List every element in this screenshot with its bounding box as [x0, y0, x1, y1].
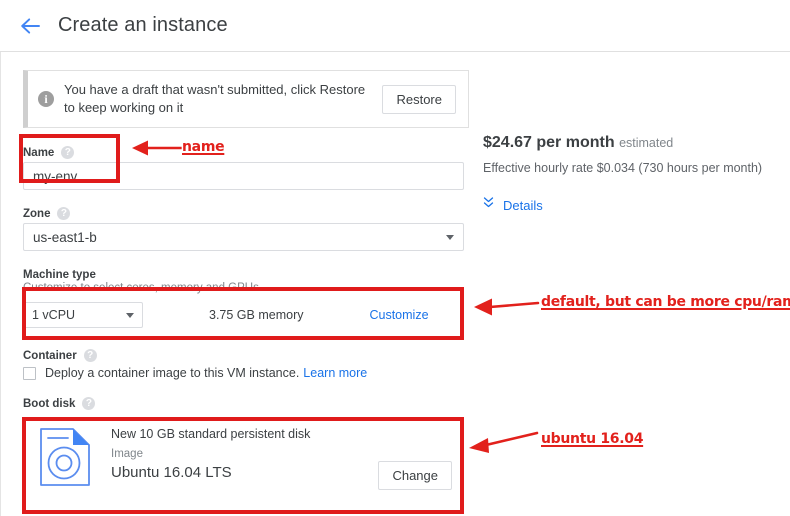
help-circle-icon[interactable]: ?: [83, 349, 97, 362]
container-label-row: Container ?: [23, 349, 471, 362]
page-title: Create an instance: [58, 14, 228, 36]
name-label: Name: [23, 146, 55, 159]
arrow-left-icon: [20, 17, 42, 35]
machine-type-description: Customize to select cores, memory and GP…: [23, 282, 263, 294]
price-amount: $24.67 per month: [483, 134, 615, 151]
boot-disk-label-row: Boot disk ?: [23, 397, 471, 410]
chevron-down-icon: [446, 234, 454, 240]
boot-disk-card: New 10 GB standard persistent disk Image…: [23, 413, 464, 504]
help-circle-icon[interactable]: ?: [61, 146, 75, 159]
zone-label-row: Zone ?: [23, 207, 471, 220]
details-link: Details: [503, 197, 543, 213]
price-estimated-label: estimated: [619, 136, 674, 150]
memory-text: 3.75 GB memory: [209, 308, 304, 322]
vcpu-select-value: 1 vCPU: [32, 308, 76, 322]
expand-more-double-icon: [483, 196, 494, 214]
price-summary-row: $24.67 per month estimated: [483, 134, 790, 152]
deploy-container-checkbox[interactable]: [23, 366, 36, 380]
app-header: Create an instance: [0, 0, 790, 52]
restore-button[interactable]: Restore: [382, 84, 456, 114]
boot-disk-subtitle: Image: [111, 448, 143, 460]
boot-disk-title: New 10 GB standard persistent disk: [111, 427, 311, 441]
draft-banner: i You have a draft that wasn't submitted…: [23, 70, 469, 128]
annotation-text-machine-type: default, but can be more cpu/ram: [541, 294, 790, 310]
page-content: i You have a draft that wasn't submitted…: [0, 52, 790, 516]
zone-label: Zone: [23, 207, 51, 220]
draft-banner-message: You have a draft that wasn't submitted, …: [64, 82, 366, 115]
change-button-wrapper: Change: [378, 461, 452, 492]
boot-disk-group: Boot disk ? New 10 GB standard persisten…: [23, 397, 471, 504]
details-toggle[interactable]: Details: [483, 196, 790, 214]
hourly-rate-text: Effective hourly rate $0.034 (730 hours …: [483, 161, 763, 175]
machine-type-row: 1 vCPU 3.75 GB memory Customize: [23, 294, 464, 336]
boot-disk-label: Boot disk: [23, 397, 76, 410]
help-circle-icon[interactable]: ?: [82, 397, 96, 410]
zone-select[interactable]: us-east1-b: [23, 223, 464, 251]
container-label: Container: [23, 349, 77, 362]
annotation-text-boot-disk: ubuntu 16.04: [541, 431, 644, 447]
customize-link[interactable]: Customize: [369, 308, 428, 322]
learn-more-link[interactable]: Learn more: [303, 366, 367, 380]
boot-disk-os: Ubuntu 16.04 LTS: [111, 464, 232, 481]
vcpu-select[interactable]: 1 vCPU: [23, 302, 143, 328]
container-checkbox-row: Deploy a container image to this VM inst…: [23, 366, 471, 380]
instance-form-column: i You have a draft that wasn't submitted…: [1, 52, 471, 516]
container-group: Container ? Deploy a container image to …: [23, 349, 471, 380]
machine-type-label: Machine type: [23, 269, 96, 281]
change-boot-disk-button[interactable]: Change: [378, 461, 452, 490]
name-field-group: Name ? my-env: [23, 146, 471, 190]
boot-disk-details: New 10 GB standard persistent disk Image…: [111, 427, 378, 481]
name-input[interactable]: my-env: [23, 162, 464, 190]
help-circle-icon[interactable]: ?: [57, 207, 71, 220]
machine-type-group: Machine type Customize to select cores, …: [23, 269, 471, 336]
zone-field-group: Zone ? us-east1-b: [23, 207, 471, 251]
back-button[interactable]: [18, 13, 44, 39]
annotation-text-name: name: [182, 139, 225, 155]
chevron-down-icon: [126, 312, 134, 318]
name-label-row: Name ?: [23, 146, 471, 159]
info-icon: i: [38, 91, 54, 107]
zone-select-value: us-east1-b: [33, 229, 97, 245]
deploy-container-label: Deploy a container image to this VM inst…: [45, 366, 300, 380]
disk-image-icon: [39, 427, 95, 492]
